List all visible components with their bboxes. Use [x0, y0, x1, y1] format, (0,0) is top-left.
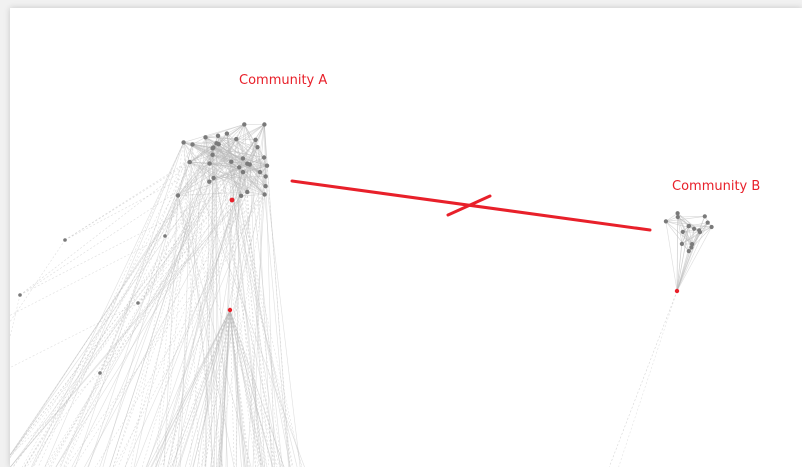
network-edge — [264, 194, 290, 467]
community-b-edges — [608, 212, 712, 467]
network-node — [215, 133, 221, 138]
network-node — [229, 159, 234, 164]
network-edge — [10, 302, 139, 368]
network-node — [207, 179, 212, 184]
network-node — [255, 145, 260, 150]
severed-link — [290, 179, 652, 232]
network-edge — [99, 144, 193, 374]
network-node — [689, 245, 694, 250]
network-node — [675, 211, 680, 216]
network-node — [207, 161, 212, 166]
network-edge — [19, 139, 256, 296]
network-node — [203, 135, 208, 140]
network-edge — [31, 142, 184, 467]
network-edge — [147, 309, 231, 467]
community-b-label: Community B — [672, 179, 761, 194]
cut-mark — [446, 194, 492, 217]
highlighted-node — [674, 288, 680, 294]
network-edge — [10, 143, 217, 459]
network-node — [237, 165, 242, 170]
network-node — [63, 238, 67, 242]
network-node — [181, 140, 186, 145]
network-edge — [618, 290, 678, 467]
network-node — [190, 142, 195, 147]
network-node — [686, 224, 691, 229]
network-node — [245, 189, 250, 195]
network-node — [263, 184, 268, 189]
network-edge — [608, 290, 678, 467]
network-edge — [10, 235, 166, 316]
network-node — [679, 241, 685, 246]
network-graph — [10, 122, 714, 467]
network-node — [210, 152, 215, 157]
network-node — [709, 224, 714, 230]
network-node — [702, 214, 707, 219]
network-node — [680, 229, 685, 234]
network-node — [253, 137, 258, 142]
community-b-nodes — [663, 211, 714, 294]
network-node — [163, 234, 167, 238]
network-node — [98, 371, 102, 375]
network-node — [210, 146, 215, 151]
network-node — [187, 159, 192, 165]
network-edge — [64, 143, 217, 467]
network-edge — [10, 294, 21, 339]
network-edge — [64, 163, 210, 241]
network-node — [240, 156, 246, 161]
network-node — [211, 175, 216, 181]
network-edge — [137, 194, 265, 304]
network-node — [705, 220, 710, 225]
network-node — [240, 169, 246, 175]
network-node — [242, 122, 247, 127]
network-edge — [676, 216, 679, 292]
network-edge — [21, 137, 206, 467]
community-a-label: Community A — [239, 73, 328, 88]
network-node — [663, 219, 669, 224]
network-node — [224, 131, 230, 136]
highlighted-node — [227, 307, 233, 313]
network-edge — [10, 239, 66, 323]
network-node — [238, 193, 244, 198]
network-node — [214, 141, 219, 146]
network-node — [18, 293, 22, 297]
network-node — [686, 249, 691, 254]
network-node — [234, 136, 239, 142]
network-node — [262, 122, 267, 127]
network-node — [136, 301, 140, 305]
network-edge — [665, 221, 678, 292]
network-node — [675, 214, 680, 220]
network-edge — [64, 143, 219, 241]
network-node — [247, 162, 252, 167]
network-edge — [63, 195, 179, 467]
network-node — [257, 169, 263, 175]
network-node — [263, 174, 268, 179]
network-node — [175, 193, 181, 198]
network-node — [697, 230, 703, 235]
network-edge — [24, 138, 237, 467]
network-node — [264, 163, 270, 168]
network-node — [262, 192, 267, 197]
network-node — [261, 155, 267, 160]
highlighted-node — [229, 197, 235, 203]
network-node — [692, 226, 697, 231]
network-edge — [58, 161, 190, 467]
network-canvas: Community A Community B — [10, 8, 802, 467]
network-edge — [19, 171, 261, 296]
